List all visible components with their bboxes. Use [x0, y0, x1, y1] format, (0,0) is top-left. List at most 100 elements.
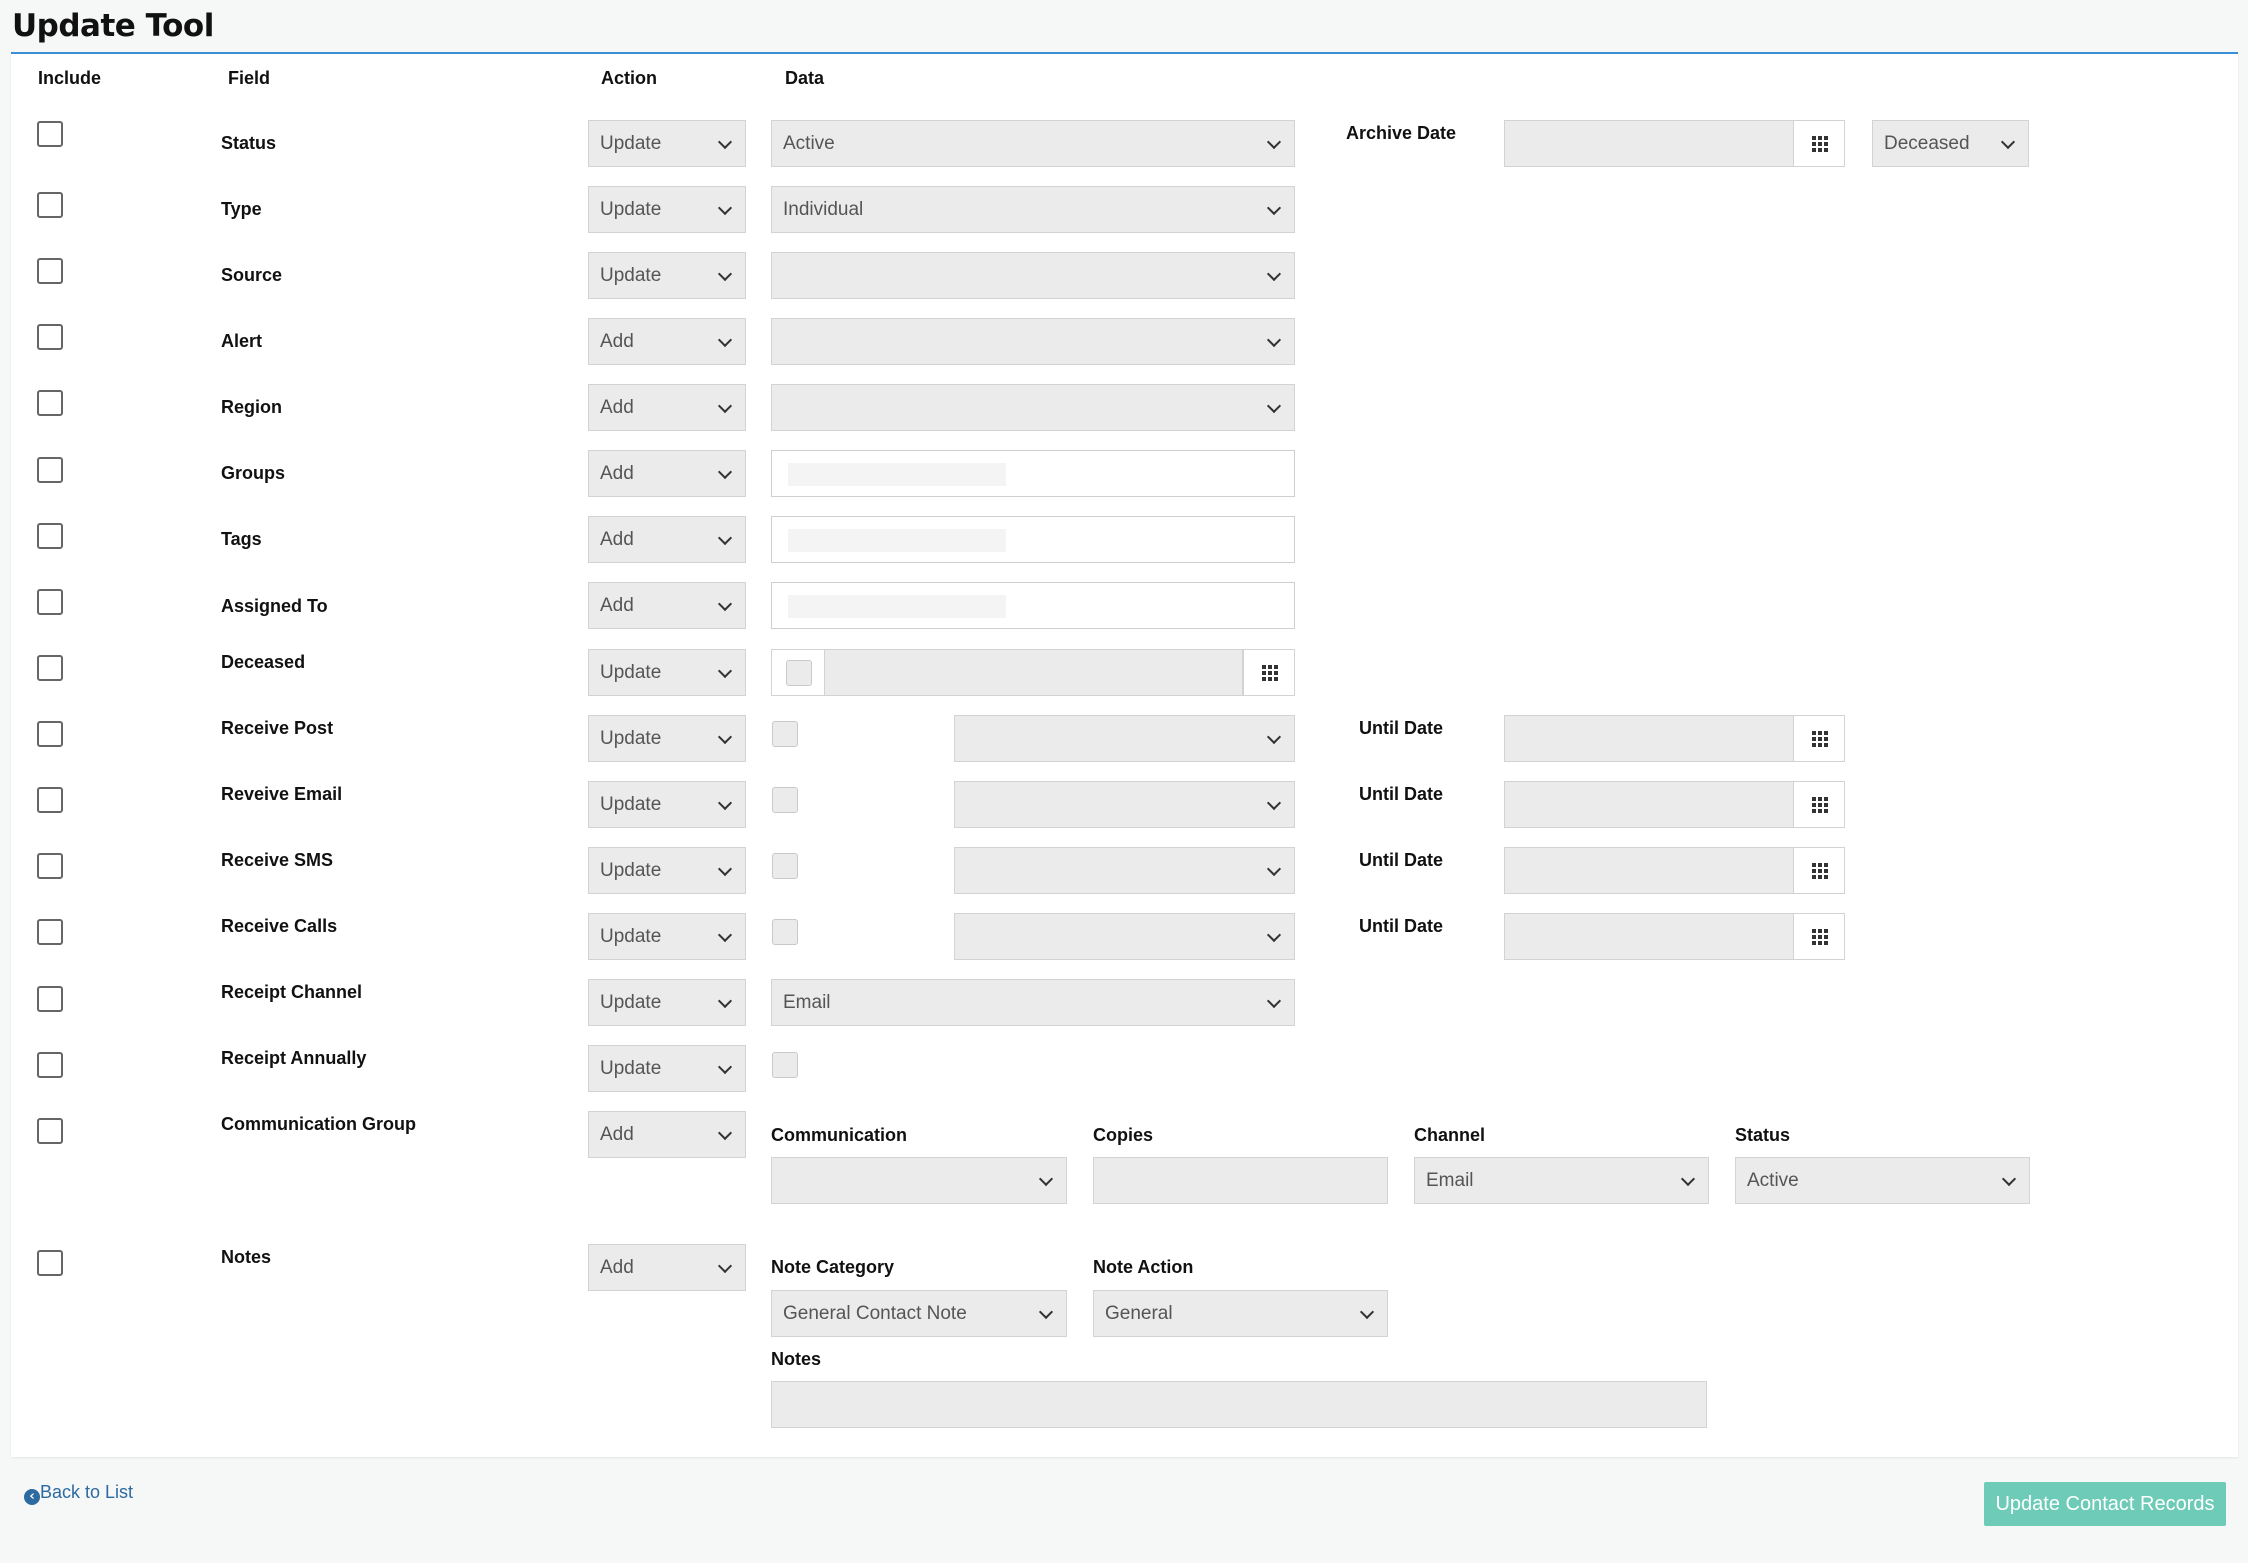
copies-label: Copies: [1093, 1125, 1154, 1145]
include-receive-calls-checkbox[interactable]: [37, 919, 63, 945]
field-label-alert: Alert: [221, 331, 263, 351]
status-value-select[interactable]: Active: [771, 120, 1295, 167]
receive-email-checkbox[interactable]: [772, 787, 798, 813]
note-category-select[interactable]: General Contact Note: [771, 1290, 1067, 1337]
receive-email-calendar-button[interactable]: [1793, 781, 1845, 828]
groups-action-select[interactable]: Add: [588, 450, 746, 497]
field-label-type: Type: [221, 199, 262, 219]
receipt-annually-action-select[interactable]: Update: [588, 1045, 746, 1092]
archive-reason-select[interactable]: Deceased: [1872, 120, 2029, 167]
receive-sms-action-select[interactable]: Update: [588, 847, 746, 894]
alert-value-select[interactable]: [771, 318, 1295, 365]
include-status-checkbox[interactable]: [37, 121, 63, 147]
archive-date-calendar-button[interactable]: [1793, 120, 1845, 167]
include-assigned-to-checkbox[interactable]: [37, 589, 63, 615]
include-receive-post-checkbox[interactable]: [37, 721, 63, 747]
note-action-select[interactable]: General: [1093, 1290, 1388, 1337]
receive-calls-reason-select[interactable]: [954, 913, 1295, 960]
receive-calls-checkbox[interactable]: [772, 919, 798, 945]
include-notes-checkbox[interactable]: [37, 1250, 63, 1276]
type-action-select[interactable]: Update: [588, 186, 746, 233]
calendar-icon: [1812, 797, 1828, 813]
include-tags-checkbox[interactable]: [37, 523, 63, 549]
field-label-receipt-channel: Receipt Channel: [221, 982, 363, 1002]
receive-post-until-input[interactable]: [1504, 715, 1795, 762]
receive-email-until-input[interactable]: [1504, 781, 1795, 828]
receive-calls-until-input[interactable]: [1504, 913, 1795, 960]
field-label-receipt-annually: Receipt Annually: [221, 1048, 367, 1068]
status-action-select[interactable]: Update: [588, 120, 746, 167]
field-label-status: Status: [221, 133, 277, 153]
receive-post-until-label: Until Date: [1359, 718, 1444, 738]
source-action-select[interactable]: Update: [588, 252, 746, 299]
communication-select[interactable]: [771, 1157, 1067, 1204]
notes-textarea[interactable]: [771, 1381, 1707, 1428]
field-label-tags: Tags: [221, 529, 262, 549]
receive-sms-calendar-button[interactable]: [1793, 847, 1845, 894]
assigned-to-action-select[interactable]: Add: [588, 582, 746, 629]
include-groups-checkbox[interactable]: [37, 457, 63, 483]
receive-post-checkbox[interactable]: [772, 721, 798, 747]
include-deceased-checkbox[interactable]: [37, 655, 63, 681]
tags-action-select[interactable]: Add: [588, 516, 746, 563]
region-value-select[interactable]: [771, 384, 1295, 431]
deceased-date-input[interactable]: [771, 649, 1243, 696]
deceased-action-select[interactable]: Update: [588, 649, 746, 696]
deceased-date-calendar-button[interactable]: [1243, 649, 1295, 696]
archive-date-input[interactable]: [1504, 120, 1795, 167]
field-label-receive-calls: Receive Calls: [221, 916, 338, 936]
assigned-to-tag-input[interactable]: [771, 582, 1295, 629]
groups-tag-input[interactable]: [771, 450, 1295, 497]
calendar-icon: [1812, 929, 1828, 945]
update-contact-records-button[interactable]: Update Contact Records: [1984, 1482, 2226, 1526]
back-to-list-link[interactable]: ‹ Back to List: [24, 1482, 133, 1505]
receive-post-reason-select[interactable]: [954, 715, 1295, 762]
include-communication-group-checkbox[interactable]: [37, 1118, 63, 1144]
field-label-notes: Notes: [221, 1247, 272, 1267]
receipt-channel-value-select[interactable]: Email: [771, 979, 1295, 1026]
receipt-channel-action-select[interactable]: Update: [588, 979, 746, 1026]
receive-calls-until-label: Until Date: [1359, 916, 1444, 936]
field-label-communication-group: Communication Group: [221, 1114, 416, 1134]
communication-group-action-select[interactable]: Add: [588, 1111, 746, 1158]
receive-post-action-select[interactable]: Update: [588, 715, 746, 762]
receipt-annually-checkbox[interactable]: [772, 1052, 798, 1078]
region-action-select[interactable]: Add: [588, 384, 746, 431]
include-alert-checkbox[interactable]: [37, 324, 63, 350]
include-receive-sms-checkbox[interactable]: [37, 853, 63, 879]
field-label-region: Region: [221, 397, 282, 417]
communication-label: Communication: [771, 1125, 908, 1145]
deceased-flag-addon: [771, 649, 825, 696]
channel-select[interactable]: Email: [1414, 1157, 1709, 1204]
type-value-select[interactable]: Individual: [771, 186, 1295, 233]
receive-email-action-select[interactable]: Update: [588, 781, 746, 828]
receive-sms-reason-select[interactable]: [954, 847, 1295, 894]
note-action-label: Note Action: [1093, 1257, 1194, 1277]
receive-calls-action-select[interactable]: Update: [588, 913, 746, 960]
calendar-icon: [1812, 136, 1828, 152]
receive-calls-calendar-button[interactable]: [1793, 913, 1845, 960]
include-type-checkbox[interactable]: [37, 192, 63, 218]
comm-status-select[interactable]: Active: [1735, 1157, 2030, 1204]
notes-action-select[interactable]: Add: [588, 1244, 746, 1291]
field-label-receive-email: Reveive Email: [221, 784, 343, 804]
source-value-select[interactable]: [771, 252, 1295, 299]
include-receipt-channel-checkbox[interactable]: [37, 986, 63, 1012]
include-source-checkbox[interactable]: [37, 258, 63, 284]
receive-post-calendar-button[interactable]: [1793, 715, 1845, 762]
receive-sms-checkbox[interactable]: [772, 853, 798, 879]
receive-email-reason-select[interactable]: [954, 781, 1295, 828]
deceased-flag-checkbox[interactable]: [786, 660, 812, 686]
include-region-checkbox[interactable]: [37, 390, 63, 416]
include-receive-email-checkbox[interactable]: [37, 787, 63, 813]
copies-input[interactable]: [1093, 1157, 1388, 1204]
receive-sms-until-input[interactable]: [1504, 847, 1795, 894]
tags-tag-input[interactable]: [771, 516, 1295, 563]
header-field: Field: [228, 68, 271, 88]
alert-action-select[interactable]: Add: [588, 318, 746, 365]
field-label-assigned-to: Assigned To: [221, 596, 328, 616]
page-title: Update Tool: [12, 8, 214, 44]
arrow-circle-left-icon: ‹: [24, 1489, 40, 1505]
include-receipt-annually-checkbox[interactable]: [37, 1052, 63, 1078]
field-label-deceased: Deceased: [221, 652, 306, 672]
